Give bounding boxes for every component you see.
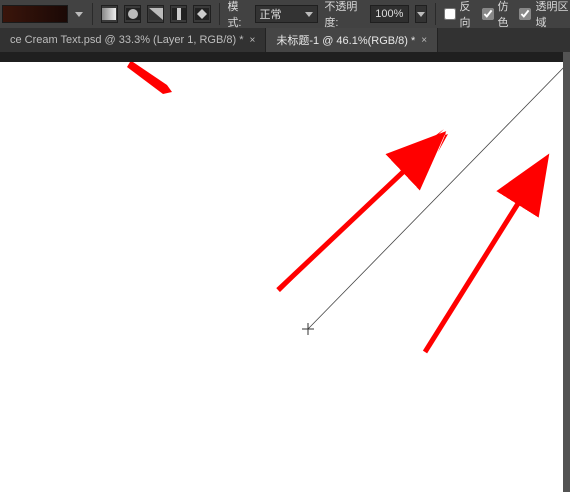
transparency-checkbox[interactable]: 透明区域 [519,0,569,30]
panel-edge [563,52,570,492]
annotation-arrow [278,138,439,290]
canvas-chrome [0,52,570,62]
opacity-value: 100% [375,8,403,20]
blend-mode-select[interactable]: 正常 [255,5,319,23]
tab-label: ce Cream Text.psd @ 33.3% (Layer 1, RGB/… [10,34,244,46]
blend-mode-value: 正常 [260,6,282,22]
canvas[interactable] [0,62,570,492]
mode-label: 模式: [227,0,248,30]
dither-checkbox[interactable]: 仿色 [482,0,514,30]
angle-gradient-icon[interactable] [147,5,164,23]
transparency-label: 透明区域 [535,0,569,30]
gradient-swatch-dropdown[interactable] [74,5,84,23]
divider [435,3,436,25]
options-bar: 模式: 正常 不透明度: 100% 反向 仿色 透明区域 [0,0,570,28]
tab-label: 未标题-1 @ 46.1%(RGB/8) * [276,32,415,48]
radial-gradient-icon[interactable] [124,5,141,23]
divider [92,3,93,25]
opacity-input[interactable]: 100% [370,5,409,23]
reverse-checkbox[interactable]: 反向 [444,0,476,30]
document-tab-bar: ce Cream Text.psd @ 33.3% (Layer 1, RGB/… [0,28,570,52]
opacity-label: 不透明度: [324,0,364,30]
linear-gradient-icon[interactable] [101,5,118,23]
transparency-checkbox-input[interactable] [519,8,531,20]
close-icon[interactable]: × [250,35,256,46]
document-tab[interactable]: ce Cream Text.psd @ 33.3% (Layer 1, RGB/… [0,28,266,52]
document-tab[interactable]: 未标题-1 @ 46.1%(RGB/8) * × [266,28,438,52]
gradient-drag-line [308,62,569,329]
close-icon[interactable]: × [421,35,427,46]
opacity-dropdown[interactable] [415,5,427,23]
annotation-arrow [127,62,172,94]
dither-checkbox-input[interactable] [482,8,494,20]
gradient-swatch[interactable] [2,5,68,23]
reflected-gradient-icon[interactable] [170,5,187,23]
divider [219,3,220,25]
reverse-checkbox-input[interactable] [444,8,456,20]
diamond-gradient-icon[interactable] [193,5,210,23]
dither-label: 仿色 [498,0,514,30]
reverse-label: 反向 [460,0,476,30]
